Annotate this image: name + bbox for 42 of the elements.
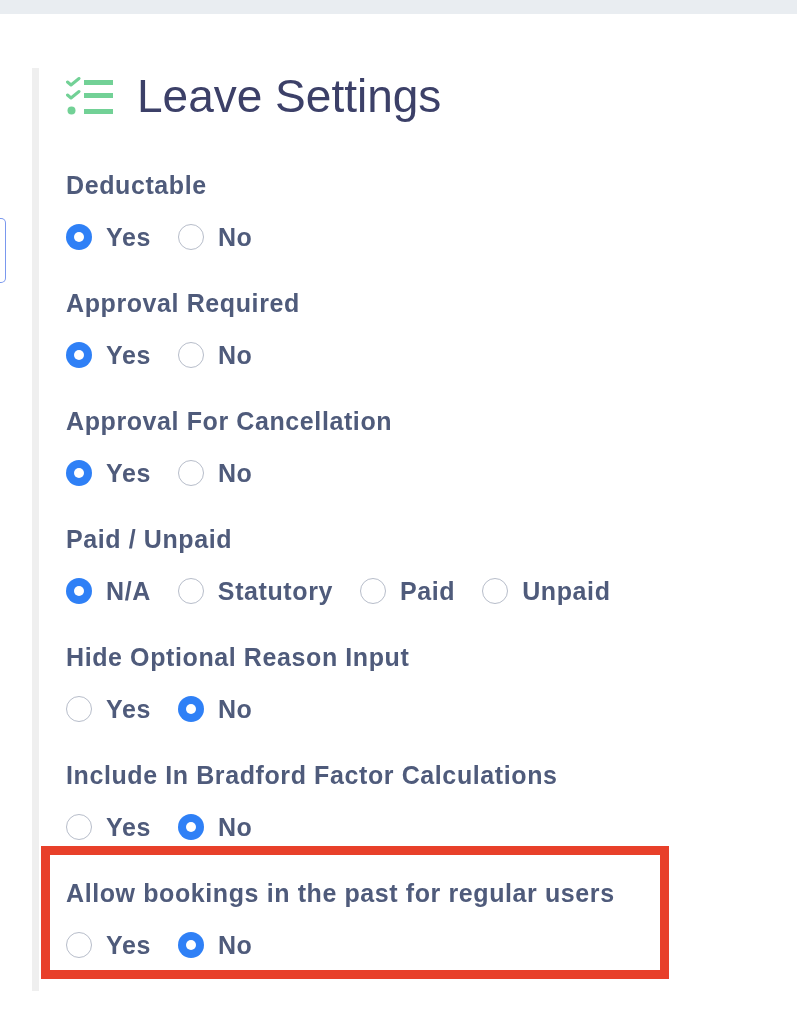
radio-button[interactable] — [177, 696, 204, 722]
radio-button[interactable] — [360, 578, 386, 604]
radio-button[interactable] — [177, 460, 204, 486]
radio-label[interactable]: Paid — [400, 576, 456, 606]
radio-label[interactable]: Yes — [106, 812, 151, 842]
radio-button[interactable] — [177, 814, 204, 840]
radio-label[interactable]: Yes — [106, 458, 151, 488]
radio-label[interactable]: Yes — [106, 340, 151, 370]
radio-button[interactable] — [177, 932, 204, 958]
setting-label: Allow bookings in the past for regular users — [66, 878, 615, 908]
radio-button[interactable] — [66, 578, 92, 604]
radio-label[interactable]: No — [217, 812, 253, 842]
radio-button[interactable] — [482, 578, 509, 604]
setting-label: Approval Required — [66, 288, 300, 318]
radio-button[interactable] — [66, 932, 92, 958]
radio-label[interactable]: No — [217, 340, 253, 370]
radio-label[interactable]: Yes — [106, 930, 151, 960]
setting-label: Include In Bradford Factor Calculations — [66, 760, 558, 790]
setting-label: Deductable — [66, 170, 207, 200]
radio-label[interactable]: N/A — [106, 576, 151, 606]
radio-button[interactable] — [66, 814, 92, 840]
radio-button[interactable] — [177, 224, 204, 250]
radio-label[interactable]: Yes — [106, 694, 151, 724]
radio-label[interactable]: No — [217, 458, 253, 488]
radio-button[interactable] — [66, 342, 92, 368]
radio-button[interactable] — [177, 342, 204, 368]
radio-label[interactable]: No — [217, 930, 253, 960]
input-field[interactable] — [0, 218, 6, 283]
setting-label: Paid / Unpaid — [66, 524, 233, 554]
page-title: Leave Settings — [137, 69, 442, 124]
checklist-icon — [66, 77, 113, 115]
radio-label[interactable]: No — [217, 222, 253, 252]
radio-button[interactable] — [66, 224, 92, 250]
radio-button[interactable] — [66, 460, 92, 486]
radio-button[interactable] — [177, 578, 204, 604]
radio-label[interactable]: Statutory — [217, 576, 333, 606]
radio-label[interactable]: Yes — [106, 222, 151, 252]
radio-button[interactable] — [66, 696, 92, 722]
setting-label: Approval For Cancellation — [66, 406, 393, 436]
setting-label: Hide Optional Reason Input — [66, 642, 410, 672]
radio-label[interactable]: Unpaid — [522, 576, 611, 606]
radio-label[interactable]: No — [217, 694, 253, 724]
